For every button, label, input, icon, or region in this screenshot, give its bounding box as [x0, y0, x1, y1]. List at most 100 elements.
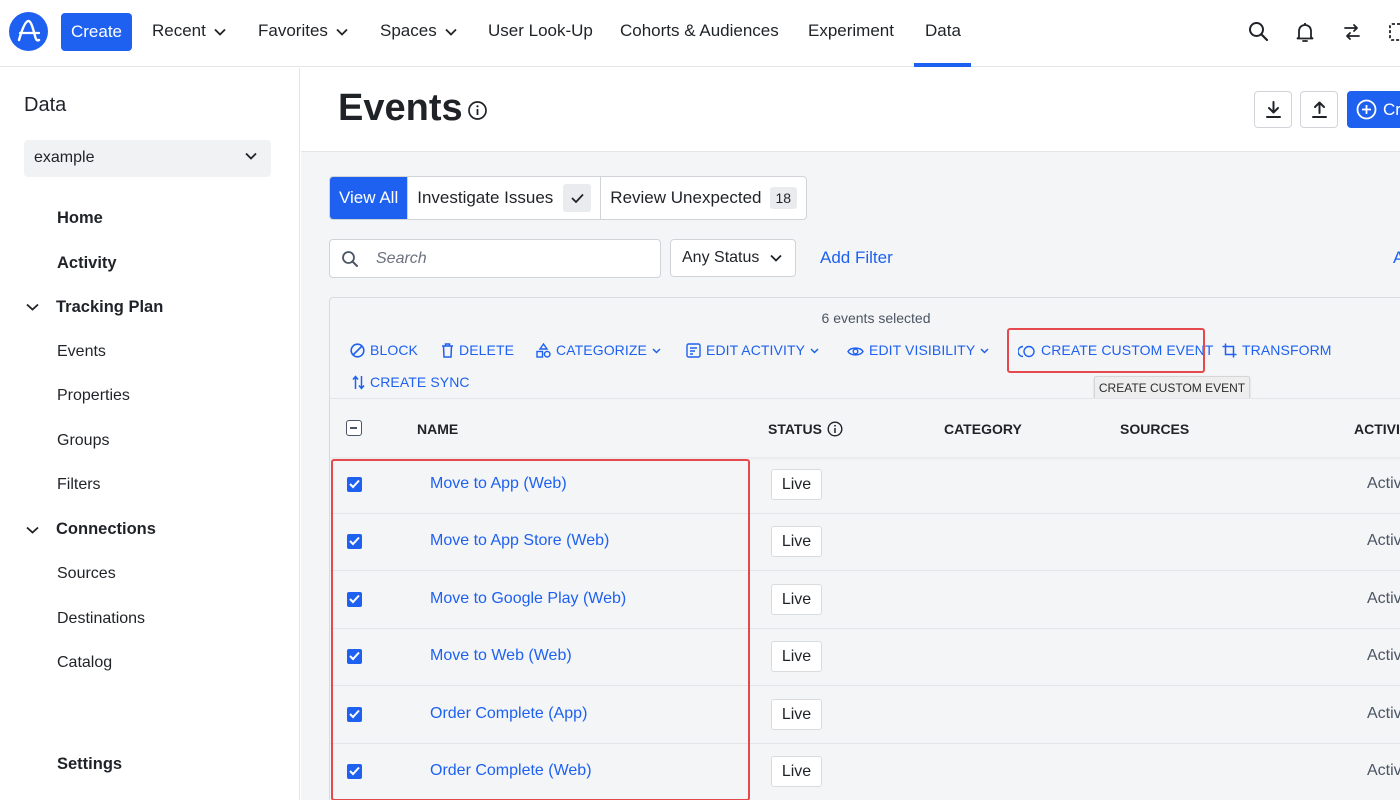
edit-visibility-label: EDIT VISIBILITY [869, 342, 976, 358]
info-icon[interactable] [827, 421, 843, 437]
project-select-value: example [34, 149, 95, 166]
search-input[interactable] [376, 248, 646, 270]
sidebar-title: Data [24, 94, 67, 116]
switch-icon[interactable] [1340, 20, 1364, 44]
events-table-panel: 6 events selected BLOCK DELETE CATEGORIZ… [329, 297, 1400, 800]
nav-cohorts-audiences[interactable]: Cohorts & Audiences [620, 21, 779, 41]
create-event-button[interactable]: Cr [1347, 91, 1400, 128]
sidebar-section-connections[interactable]: Connections [56, 520, 156, 539]
column-header-name[interactable]: NAME [417, 421, 458, 437]
download-button[interactable] [1254, 91, 1292, 128]
selected-count: 6 events selected [821, 310, 931, 326]
delete-label: DELETE [459, 342, 515, 358]
create-sync-button[interactable]: CREATE SYNC [352, 374, 470, 390]
sidebar-item-home[interactable]: Home [57, 209, 103, 228]
apps-icon[interactable] [1386, 20, 1400, 44]
chevron-down-icon [652, 348, 661, 354]
chevron-down-icon [980, 348, 989, 354]
sidebar-item-filters[interactable]: Filters [57, 476, 101, 494]
status-select-value: Any Status [682, 249, 760, 266]
nav-experiment[interactable]: Experiment [808, 21, 894, 41]
trash-icon [442, 343, 453, 358]
column-header-status[interactable]: STATUS [768, 421, 843, 437]
page-title: Events [338, 87, 463, 129]
column-header-activity[interactable]: ACTIVI [1354, 421, 1400, 437]
status-badge: Live [771, 526, 822, 557]
edit-activity-button[interactable]: EDIT ACTIVITY [686, 342, 819, 358]
sync-icon [352, 375, 365, 390]
categorize-label: CATEGORIZE [556, 342, 647, 358]
create-button[interactable]: Create [61, 13, 132, 51]
main-content: Events Cr View All Investigate Issues Re… [301, 68, 1400, 800]
sidebar-item-groups[interactable]: Groups [57, 432, 109, 450]
sidebar: Data example Home Activity Tracking Plan… [0, 68, 300, 800]
chevron-down-icon [770, 254, 782, 262]
categorize-button[interactable]: CATEGORIZE [536, 342, 661, 358]
sidebar-item-events[interactable]: Events [57, 343, 106, 361]
project-select[interactable]: example [24, 140, 271, 177]
clipped-link[interactable]: A [1393, 248, 1400, 268]
block-label: BLOCK [370, 342, 418, 358]
add-filter-link[interactable]: Add Filter [820, 248, 893, 268]
sidebar-item-sources[interactable]: Sources [57, 565, 116, 583]
bell-icon[interactable] [1293, 20, 1317, 44]
transform-label: TRANSFORM [1242, 342, 1332, 358]
categorize-icon [536, 342, 551, 358]
edit-visibility-button[interactable]: EDIT VISIBILITY [847, 342, 989, 358]
chevron-down-icon [810, 348, 819, 354]
status-badge: Live [771, 756, 822, 787]
column-header-category[interactable]: CATEGORY [944, 421, 1022, 437]
plus-circle-icon [1356, 99, 1377, 120]
activity-value: Activ [1367, 647, 1400, 664]
chevron-down-icon [445, 28, 457, 36]
sidebar-item-activity[interactable]: Activity [57, 254, 117, 273]
info-icon[interactable] [467, 100, 488, 121]
delete-button[interactable]: DELETE [441, 342, 514, 358]
chevron-down-icon[interactable] [26, 526, 39, 534]
crop-icon [1222, 343, 1237, 358]
check-icon [563, 184, 592, 212]
upload-button[interactable] [1300, 91, 1338, 128]
activity-value: Activ [1367, 590, 1400, 607]
nav-favorites-label: Favorites [258, 21, 328, 40]
tab-investigate-issues-label: Investigate Issues [417, 188, 554, 207]
edit-activity-label: EDIT ACTIVITY [706, 342, 806, 358]
search-box[interactable] [329, 239, 661, 278]
transform-button[interactable]: TRANSFORM [1222, 342, 1332, 358]
search-icon[interactable] [1247, 20, 1271, 44]
tab-investigate-issues[interactable]: Investigate Issues [408, 177, 602, 219]
select-all-checkbox[interactable] [346, 420, 362, 436]
amplitude-logo-icon[interactable] [9, 12, 48, 51]
nav-recent-label: Recent [152, 21, 206, 40]
sidebar-item-destinations[interactable]: Destinations [57, 610, 145, 628]
nav-recent[interactable]: Recent [152, 21, 226, 41]
search-icon [342, 251, 358, 267]
sidebar-item-settings[interactable]: Settings [57, 755, 122, 774]
column-header-status-label: STATUS [768, 421, 822, 437]
activity-value: Activ [1367, 705, 1400, 722]
count-badge: 18 [769, 187, 798, 209]
nav-data[interactable]: Data [925, 21, 961, 41]
tab-review-unexpected-label: Review Unexpected [610, 188, 762, 207]
activity-icon [686, 343, 701, 358]
activity-value: Activ [1367, 475, 1400, 492]
status-badge: Live [771, 641, 822, 672]
sidebar-item-catalog[interactable]: Catalog [57, 654, 112, 672]
block-icon [350, 343, 365, 358]
nav-spaces-label: Spaces [380, 21, 437, 40]
tab-review-unexpected[interactable]: Review Unexpected 18 [601, 177, 806, 219]
activity-value: Activ [1367, 532, 1400, 549]
sidebar-item-properties[interactable]: Properties [57, 387, 130, 405]
tab-view-all-label: View All [339, 188, 399, 207]
activity-value: Activ [1367, 762, 1400, 779]
chevron-down-icon[interactable] [26, 303, 39, 311]
sidebar-section-tracking-plan[interactable]: Tracking Plan [56, 298, 163, 317]
nav-user-lookup[interactable]: User Look-Up [488, 21, 593, 41]
nav-spaces[interactable]: Spaces [380, 21, 457, 41]
selection-highlight-box [331, 459, 750, 800]
nav-favorites[interactable]: Favorites [258, 21, 348, 41]
block-button[interactable]: BLOCK [350, 342, 418, 358]
status-select[interactable]: Any Status [670, 239, 796, 277]
tab-view-all[interactable]: View All [330, 177, 409, 219]
column-header-sources[interactable]: SOURCES [1120, 421, 1189, 437]
